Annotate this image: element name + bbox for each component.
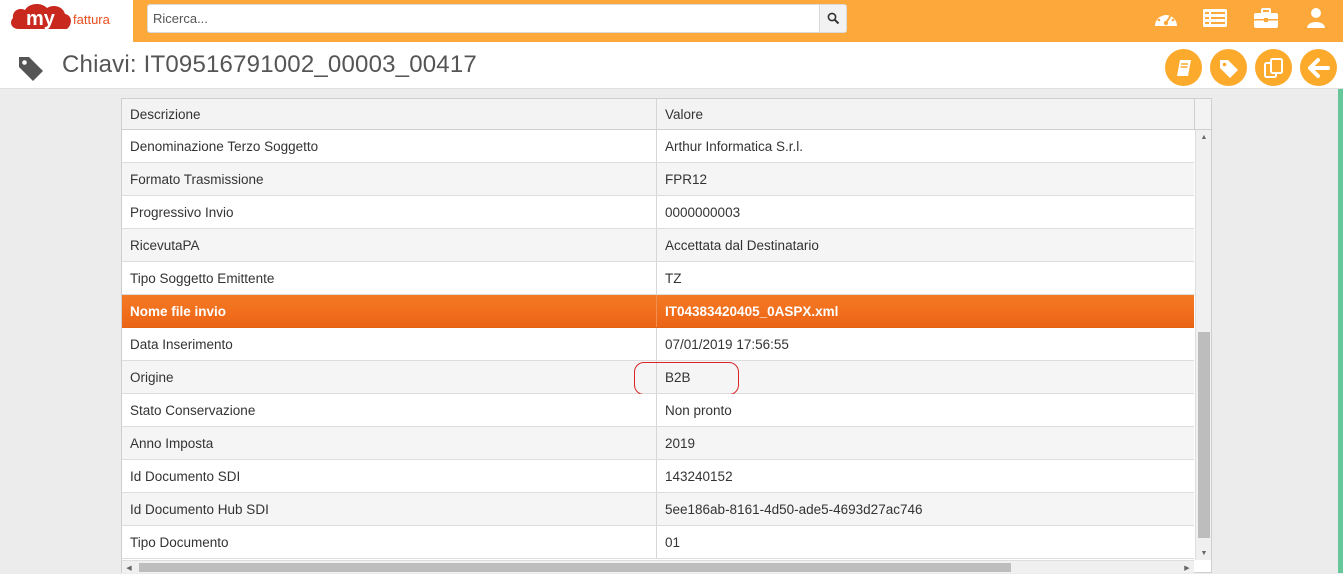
cell-value: 07/01/2019 17:56:55: [665, 336, 789, 352]
table-row[interactable]: Id Documento Hub SDI 5ee186ab-8161-4d50-a…: [122, 493, 1194, 526]
tag-icon: [19, 57, 43, 81]
list-icon: [1203, 9, 1227, 27]
cell-description: Data Inserimento: [122, 328, 657, 360]
cell-value: FPR12: [665, 171, 708, 187]
table-body: Denominazione Terzo Soggetto Arthur Infor…: [122, 130, 1194, 559]
back-arrow-icon: [1307, 57, 1330, 78]
table-row[interactable]: Denominazione Terzo Soggetto Arthur Infor…: [122, 130, 1194, 163]
table-row[interactable]: Formato Trasmissione FPR12: [122, 163, 1194, 196]
logo-main-text: my: [26, 8, 56, 30]
cell-description: Formato Trasmissione: [122, 163, 657, 195]
scroll-down-icon[interactable]: ▼: [1196, 546, 1212, 560]
search-button[interactable]: [819, 5, 846, 32]
table-row[interactable]: Tipo Documento 01: [122, 526, 1194, 559]
search-box: [147, 4, 847, 33]
table-row[interactable]: Anno Imposta 2019: [122, 427, 1194, 460]
table-row[interactable]: Nome file invio IT04383420405_0ASPX.xml: [122, 295, 1194, 328]
header-corner: [1194, 99, 1211, 130]
search-icon: [827, 12, 839, 25]
back-button[interactable]: [1300, 49, 1337, 86]
table-row[interactable]: Data Inserimento 07/01/2019 17:56:55: [122, 328, 1194, 361]
cell-value: 2019: [665, 435, 696, 451]
copy-button[interactable]: [1255, 49, 1292, 86]
logo-sub-text: fattura: [73, 12, 110, 27]
table-row[interactable]: RicevutaPA Accettata dal Destinatario: [122, 229, 1194, 262]
cloud-logo-icon: my: [11, 4, 71, 30]
cell-description: Denominazione Terzo Soggetto: [122, 130, 657, 162]
cell-description: Tipo Documento: [122, 526, 657, 558]
scroll-right-icon[interactable]: ▶: [1180, 561, 1194, 574]
cell-description: Nome file invio: [122, 295, 657, 327]
right-edge-bar: [1338, 89, 1343, 573]
cell-description: Tipo Soggetto Emittente: [122, 262, 657, 294]
cell-value: IT04383420405_0ASPX.xml: [665, 303, 839, 319]
cell-description: Stato Conservazione: [122, 394, 657, 426]
cell-description: Progressivo Invio: [122, 196, 657, 228]
cell-description: Id Documento SDI: [122, 460, 657, 492]
page-header: Chiavi: IT09516791002_00003_00417: [0, 42, 1343, 89]
cell-value: 01: [665, 534, 681, 550]
scroll-up-icon[interactable]: ▲: [1196, 130, 1212, 144]
cell-value: Accettata dal Destinatario: [665, 237, 819, 253]
vertical-scroll-thumb[interactable]: [1198, 332, 1210, 538]
table-row[interactable]: Origine B2B: [122, 361, 1194, 395]
copy-icon: [1263, 57, 1283, 78]
cell-description: RicevutaPA: [122, 229, 657, 261]
table-row[interactable]: Tipo Soggetto Emittente TZ: [122, 262, 1194, 295]
table-row[interactable]: Id Documento SDI 143240152: [122, 460, 1194, 493]
top-bar: my fattura: [0, 0, 1343, 42]
scroll-left-icon[interactable]: ◀: [122, 561, 136, 574]
cell-description: Anno Imposta: [122, 427, 657, 459]
briefcase-button[interactable]: [1253, 7, 1279, 29]
list-button[interactable]: [1202, 7, 1228, 29]
header-description[interactable]: Descrizione: [122, 99, 657, 129]
table-row[interactable]: Stato Conservazione Non pronto: [122, 394, 1194, 427]
cell-value: 143240152: [665, 468, 733, 484]
cell-value: TZ: [665, 270, 682, 286]
cell-value: Arthur Informatica S.r.l.: [665, 138, 804, 154]
table-header: Descrizione Valore: [122, 99, 1194, 130]
keys-table: Descrizione Valore Denominazione Terzo S…: [121, 98, 1212, 573]
cell-value: Non pronto: [665, 402, 732, 418]
header-value[interactable]: Valore: [657, 99, 1194, 129]
page-title: Chiavi: IT09516791002_00003_00417: [62, 51, 477, 78]
book-icon: [1176, 59, 1191, 76]
table-row[interactable]: Progressivo Invio 0000000003: [122, 196, 1194, 229]
tag-button-icon: [1219, 59, 1238, 78]
cell-description: Origine: [122, 361, 657, 393]
dashboard-icon: [1155, 11, 1177, 26]
cell-value: 5ee186ab-8161-4d50-ade5-4693d27ac746: [665, 501, 923, 517]
cell-value: 0000000003: [665, 204, 741, 220]
book-button[interactable]: [1165, 49, 1202, 86]
user-button[interactable]: [1303, 7, 1329, 29]
tag-button[interactable]: [1210, 49, 1247, 86]
cell-description: Id Documento Hub SDI: [122, 493, 657, 525]
search-input[interactable]: [148, 5, 820, 32]
app-logo[interactable]: my fattura: [0, 0, 133, 42]
vertical-scrollbar[interactable]: ▲ ▼: [1195, 130, 1211, 560]
highlight-ring: [634, 362, 739, 395]
dashboard-button[interactable]: [1153, 7, 1179, 29]
briefcase-icon: [1254, 7, 1278, 28]
horizontal-scroll-thumb[interactable]: [139, 563, 1011, 572]
user-icon: [1307, 8, 1325, 28]
horizontal-scrollbar[interactable]: ◀ ▶: [122, 560, 1194, 573]
